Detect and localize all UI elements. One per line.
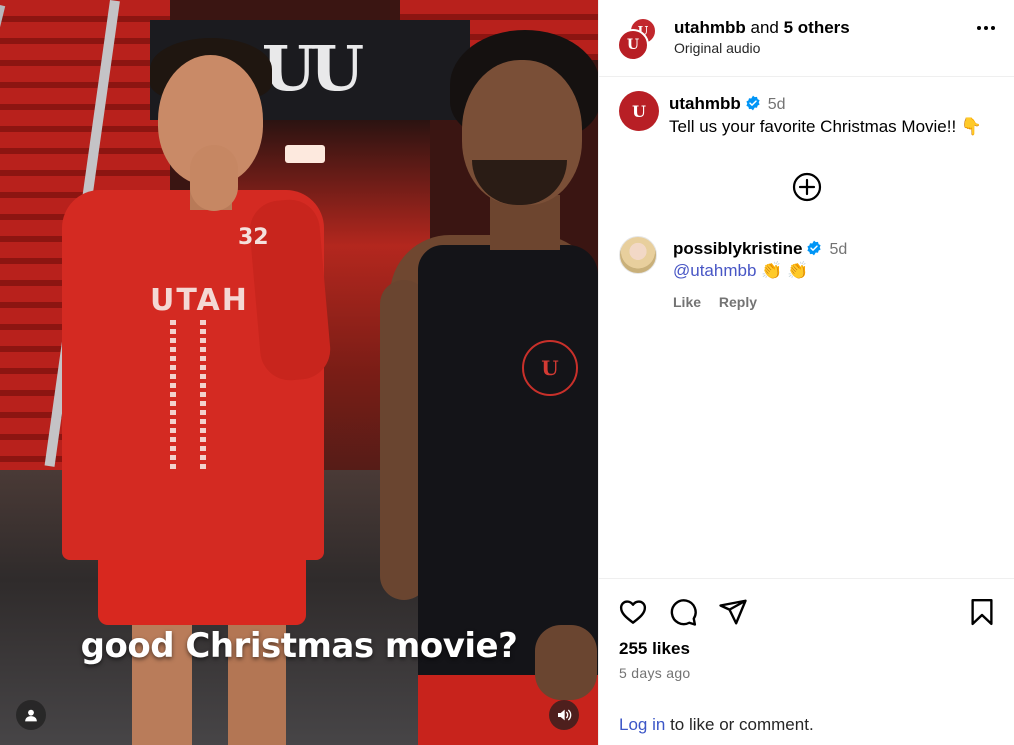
post-authors: utahmbb and 5 others (674, 18, 850, 38)
add-circle-icon[interactable] (792, 172, 822, 202)
mention-link[interactable]: @utahmbb (673, 261, 756, 280)
mute-button[interactable] (549, 700, 579, 730)
caption-text: Tell us your favorite Christmas Movie!! … (669, 117, 983, 136)
jersey-number: 32 (238, 225, 269, 250)
more-icon (977, 26, 981, 30)
comment-text: @utahmbb 👏 👏 (673, 261, 808, 281)
likes-count[interactable]: 255 likes (619, 639, 690, 659)
share-icon[interactable] (718, 597, 748, 627)
jersey-stripe (200, 320, 206, 470)
others-link[interactable]: 5 others (784, 18, 850, 37)
like-comment-button[interactable]: Like (673, 294, 701, 310)
jersey-text: UTAH (150, 283, 249, 318)
tank-logo-badge: U (522, 340, 578, 396)
post-header: U U utahmbb and 5 others Original audio (599, 0, 1014, 77)
login-prompt: Log in to like or comment. (619, 715, 814, 735)
author-link[interactable]: utahmbb (674, 18, 746, 37)
verified-icon (746, 95, 760, 111)
tunnel-light (285, 145, 325, 163)
user-icon (25, 709, 37, 722)
avatar: U (617, 29, 649, 61)
instagram-post: UU UTAH 32 U good Christmas movie? U U u… (0, 0, 1014, 745)
post-date[interactable]: 5 days ago (619, 665, 691, 681)
post-actions: 255 likes 5 days ago Log in to like or c… (599, 578, 1014, 745)
avatar[interactable]: U (619, 91, 659, 131)
caption-time[interactable]: 5d (768, 96, 786, 113)
comment-actions: Like Reply (673, 294, 771, 310)
heart-icon[interactable] (618, 597, 648, 627)
comment-time[interactable]: 5d (829, 241, 847, 258)
jersey-stripe (170, 320, 176, 470)
video-player[interactable]: UU UTAH 32 U good Christmas movie? (0, 0, 598, 745)
avatar[interactable] (619, 236, 657, 274)
login-link[interactable]: Log in (619, 715, 665, 734)
volume-icon (558, 709, 572, 721)
login-rest-text: to like or comment. (670, 715, 814, 734)
comment-username[interactable]: possiblykristine (673, 239, 802, 258)
caption-username[interactable]: utahmbb (669, 94, 741, 113)
more-options-button[interactable] (977, 26, 995, 30)
video-caption: good Christmas movie? (80, 626, 518, 666)
tagged-users-button[interactable] (16, 700, 46, 730)
verified-icon (807, 240, 822, 256)
comment-emojis: 👏 👏 (761, 261, 809, 280)
post-side-panel: U U utahmbb and 5 others Original audio … (598, 0, 1014, 745)
collab-avatars[interactable]: U U (617, 17, 659, 61)
comment-icon[interactable] (668, 597, 698, 627)
and-text: and (750, 18, 779, 37)
reply-button[interactable]: Reply (719, 294, 757, 310)
bookmark-icon[interactable] (967, 597, 997, 627)
player-hand (190, 145, 238, 211)
audio-link[interactable]: Original audio (674, 40, 760, 56)
